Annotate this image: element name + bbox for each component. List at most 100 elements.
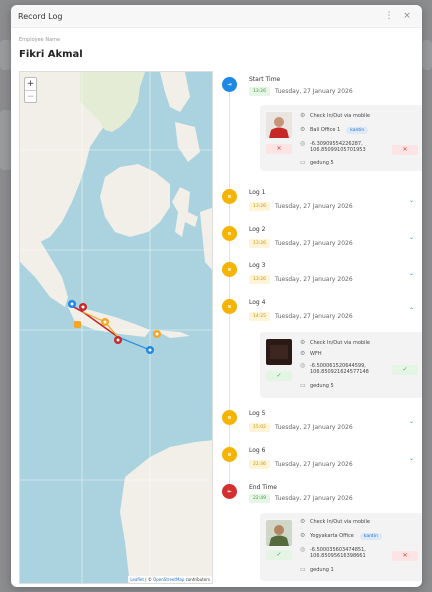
office-info: ⚙ WFH	[300, 351, 322, 358]
event-date: Tuesday, 27 January 2026	[274, 88, 353, 95]
event-date: Tuesday, 27 January 2026	[274, 276, 353, 283]
log-title: Log 3	[249, 262, 266, 269]
event-date: Tuesday, 27 January 2026	[274, 313, 353, 320]
approve-button[interactable]: ✓	[392, 365, 418, 375]
record-log-modal: Record Log ⋮ × Employee Name Fikri Akmal	[11, 5, 422, 587]
time-badge: 14:25	[249, 312, 270, 321]
note-icon: ▭	[300, 382, 306, 389]
log-icon: ≋	[222, 410, 237, 425]
office-tag: kantin	[359, 533, 382, 540]
time-badge: 15:02	[249, 423, 270, 432]
event-date: Tuesday, 27 January 2026	[274, 424, 353, 431]
start-record-card: ✕ ✕ ⚙ Check In/Out via mobile ⚙ Bali Offic…	[260, 105, 422, 171]
coordinates: ◎ -6.30909554226287, 106.85099105701953	[300, 140, 388, 154]
location-pin-icon: ◎	[300, 140, 306, 147]
log-row: 13:26 Tuesday, 27 January 2026	[249, 275, 353, 284]
map-marker-red[interactable]	[79, 303, 87, 311]
time-badge: 22:46	[249, 460, 270, 469]
coordinates: ◎ -6.500035603474851, 106.85095616398661	[300, 546, 390, 560]
approve-button[interactable]: ✓	[266, 550, 292, 560]
modal-title: Record Log	[18, 11, 63, 21]
check-method-text: Check In/Out via mobile	[310, 113, 370, 119]
event-date: Tuesday, 27 January 2026	[274, 203, 353, 210]
log-title: Log 2	[249, 226, 266, 233]
map-attribution: Leaflet | © OpenStreetMap contributors	[128, 576, 212, 583]
log-title: Log 4	[249, 299, 266, 306]
expand-chevron-icon[interactable]: ⌄	[409, 418, 414, 425]
office-name: Bali Office 1	[310, 127, 341, 133]
map-marker-blue-2[interactable]	[146, 346, 154, 354]
expand-chevron-icon[interactable]: ⌄	[409, 455, 414, 462]
time-badge: 13:26	[249, 202, 270, 211]
log-icon: ≋	[222, 299, 237, 314]
coordinates: ◎ -6.500061520644599, 106.850921624577148	[300, 362, 390, 376]
coordinates-text: -6.500061520644599, 106.850921624577148	[310, 363, 369, 375]
expand-chevron-icon[interactable]: ⌄	[409, 234, 414, 241]
check-method: ⚙ Check In/Out via mobile	[300, 340, 370, 347]
log-title: Log 5	[249, 410, 266, 417]
location-map[interactable]: + − Leaflet | © OpenStreetMap contributo…	[19, 71, 213, 584]
check-method: ⚙ Check In/Out via mobile	[300, 518, 370, 526]
mobile-icon: ⚙	[300, 518, 306, 525]
map-marker-orange-2[interactable]	[153, 330, 161, 338]
event-date: Tuesday, 27 January 2026	[274, 461, 353, 468]
attribution-separator: | ©	[143, 577, 154, 582]
location-pin-icon: ◎	[300, 362, 306, 369]
log-row: 22:46 Tuesday, 27 January 2026	[249, 460, 353, 469]
reject-button[interactable]: ✕	[392, 551, 418, 561]
note: ▭ gedung 5	[300, 160, 334, 167]
approve-button[interactable]: ✓	[266, 371, 292, 381]
timeline-line	[229, 79, 230, 497]
end-time-icon: ⇤	[222, 484, 237, 499]
start-time-title: Start Time	[249, 76, 281, 83]
reject-button[interactable]: ✕	[392, 145, 418, 155]
time-badge: 22:49	[249, 494, 270, 503]
office-tag: kantin	[346, 127, 369, 134]
coordinates-text: -6.500035603474851, 106.85095616398661	[310, 547, 366, 559]
log-row: 15:02 Tuesday, 27 January 2026	[249, 423, 353, 432]
employee-photo	[266, 112, 292, 138]
close-icon[interactable]: ×	[400, 11, 414, 21]
log-row: 13:26 Tuesday, 27 January 2026	[249, 202, 353, 211]
location-pin-icon: ◎	[300, 546, 306, 553]
event-date: Tuesday, 27 January 2026	[274, 495, 353, 502]
end-time-row: 22:49 Tuesday, 27 January 2026	[249, 494, 353, 503]
note-text: gedung 5	[310, 383, 334, 389]
office-name: WFH	[310, 351, 322, 357]
more-options-icon[interactable]: ⋮	[382, 11, 396, 21]
map-marker-yellow[interactable]	[74, 321, 81, 328]
check-method: ⚙ Check In/Out via mobile	[300, 112, 370, 120]
employee-name-label: Employee Name	[19, 37, 61, 43]
map-marker-blue[interactable]	[68, 300, 76, 308]
log4-record-card: ✓ ✓ ⚙ Check In/Out via mobile ⚙ WFH ◎ -6.50…	[260, 332, 422, 398]
expand-chevron-icon[interactable]: ⌄	[409, 197, 414, 204]
zoom-out-button[interactable]: −	[25, 90, 36, 102]
zoom-in-button[interactable]: +	[25, 78, 36, 90]
event-date: Tuesday, 27 January 2026	[274, 240, 353, 247]
log-title: Log 6	[249, 447, 266, 454]
note: ▭ gedung 1	[300, 566, 334, 574]
map-marker-red-2[interactable]	[114, 336, 122, 344]
coordinates-text: -6.30909554226287, 106.85099105701953	[310, 141, 366, 153]
mobile-icon: ⚙	[300, 112, 306, 119]
employee-name: Fikri Akmal	[19, 49, 83, 60]
employee-photo	[266, 520, 292, 546]
office-info: ⚙ Yogyakarta Office kantin	[300, 533, 382, 540]
log-icon: ≋	[222, 447, 237, 462]
reject-button[interactable]: ✕	[266, 144, 292, 154]
office-name: Yogyakarta Office	[310, 533, 354, 539]
expand-chevron-icon[interactable]: ⌄	[409, 270, 414, 277]
start-time-icon: ⇥	[222, 77, 237, 92]
log-icon: ≋	[222, 226, 237, 241]
map-marker-orange[interactable]	[101, 318, 109, 326]
log-icon: ≋	[222, 189, 237, 204]
time-badge: 13:26	[249, 239, 270, 248]
log-icon: ≋	[222, 262, 237, 277]
note: ▭ gedung 5	[300, 382, 334, 390]
collapse-chevron-icon[interactable]: ⌃	[409, 307, 414, 314]
check-method-text: Check In/Out via mobile	[310, 340, 370, 346]
osm-link[interactable]: OpenStreetMap	[153, 577, 184, 582]
leaflet-link[interactable]: Leaflet	[130, 577, 144, 582]
backdrop-card	[422, 40, 432, 70]
note-icon: ▭	[300, 566, 306, 573]
